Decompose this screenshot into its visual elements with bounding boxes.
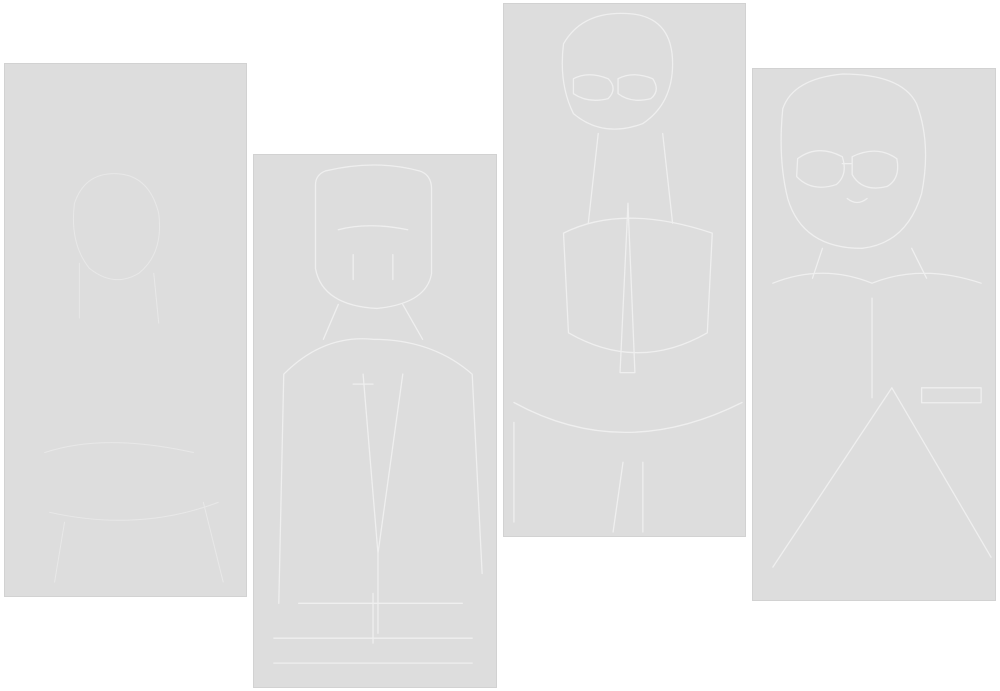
- canvas-panel-1: [4, 63, 247, 597]
- panel-1-sketch: [5, 64, 246, 596]
- panel-3-sketch: [504, 4, 745, 536]
- panel-2-sketch: [254, 155, 496, 687]
- panel-1-background: [5, 64, 246, 596]
- canvas-panel-2: [253, 154, 497, 688]
- panel-4-background: [753, 69, 995, 600]
- panel-2-background: [254, 155, 496, 687]
- panel-4-sketch: [753, 69, 995, 600]
- canvas-panel-3: [503, 3, 746, 537]
- canvas-panel-4: [752, 68, 996, 601]
